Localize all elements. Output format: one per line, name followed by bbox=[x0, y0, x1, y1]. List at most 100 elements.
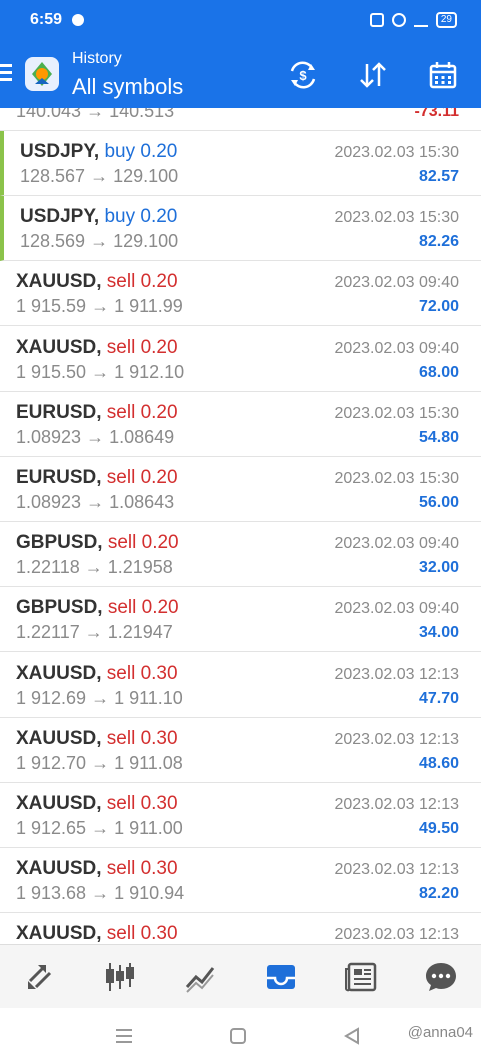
trade-profit: 47.70 bbox=[418, 689, 459, 707]
status-bar: 6:59 29 bbox=[0, 0, 481, 40]
status-icons: 29 bbox=[369, 12, 457, 28]
nav-news[interactable] bbox=[337, 953, 385, 1001]
menu-lines-icon bbox=[116, 1029, 132, 1043]
trade-symbol: EURUSD, sell 0.20 bbox=[16, 467, 178, 488]
trade-profit: 49.50 bbox=[418, 820, 459, 837]
candlestick-icon bbox=[106, 963, 135, 991]
list-item[interactable]: XAUUSD, sell 0.30 1 912.70 → 1 911.08 2023… bbox=[0, 717, 481, 783]
list-item[interactable]: EURUSD, sell 0.20 1.08923 → 1.08643 2023.0… bbox=[0, 457, 481, 522]
nav-trade[interactable] bbox=[176, 953, 224, 1001]
trade-direction: sell 0.20 bbox=[107, 532, 179, 554]
list-item[interactable]: XAUUSD, sell 0.30 1 912.65 → 1 911.00 2023… bbox=[0, 783, 481, 848]
trade-datetime: 2023.02.03 12:13 bbox=[334, 926, 459, 943]
trade-profit: 56.00 bbox=[418, 494, 459, 511]
trade-prices: 128.569 → 129.100 bbox=[20, 231, 179, 252]
trade-prices: 1 912.65 → 1 911.00 bbox=[16, 818, 183, 838]
trade-symbol: EURUSD, sell 0.20 bbox=[16, 401, 178, 423]
trade-symbol: GBPUSD, sell 0.20 bbox=[16, 597, 179, 619]
calendar-icon bbox=[429, 62, 457, 89]
trade-direction: sell 0.20 bbox=[106, 271, 178, 293]
home-button[interactable] bbox=[226, 1024, 250, 1048]
list-item[interactable]: XAUUSD, sell 0.30 1 912.69 → 1 911.10 2023… bbox=[0, 652, 481, 718]
trade-symbol: USDJPY, buy 0.20 bbox=[20, 206, 178, 228]
trade-datetime: 2023.02.03 12:13 bbox=[334, 861, 459, 879]
square-icon bbox=[230, 1028, 246, 1044]
back-triangle-icon bbox=[344, 1027, 359, 1045]
chat-bubble-icon bbox=[425, 963, 456, 991]
trade-direction: sell 0.30 bbox=[106, 662, 178, 684]
page-title[interactable]: All symbols bbox=[72, 74, 183, 100]
list-item[interactable]: 140.043 → 140.513 -73.11 bbox=[0, 108, 481, 131]
nav-chat[interactable] bbox=[417, 953, 465, 1001]
trade-prices: 1.22118 → 1.21958 bbox=[16, 557, 173, 578]
svg-text:$: $ bbox=[299, 68, 307, 83]
trade-symbol: XAUUSD, sell 0.20 bbox=[16, 336, 178, 358]
trade-profit: 34.00 bbox=[418, 624, 459, 642]
bottom-nav bbox=[0, 944, 481, 1009]
app-bar: History All symbols $ bbox=[0, 40, 481, 108]
trade-datetime: 2023.02.03 15:30 bbox=[334, 470, 459, 487]
trade-symbol: XAUUSD, sell 0.30 bbox=[16, 793, 178, 814]
list-item[interactable]: GBPUSD, sell 0.20 1.22117 → 1.21947 2023.0… bbox=[0, 587, 481, 653]
trade-symbol: XAUUSD, sell 0.20 bbox=[16, 271, 178, 293]
trade-datetime: 2023.02.03 15:30 bbox=[334, 209, 459, 227]
trade-direction: buy 0.20 bbox=[104, 206, 178, 228]
trade-prices: 128.567 → 129.100 bbox=[20, 166, 179, 186]
list-item[interactable]: XAUUSD, sell 0.20 1 915.59 → 1 911.99 2023… bbox=[0, 261, 481, 327]
nav-history[interactable] bbox=[257, 953, 305, 1001]
trade-profit: 32.00 bbox=[418, 559, 459, 577]
app-logo-icon bbox=[22, 54, 62, 94]
trade-profit: 54.80 bbox=[418, 428, 459, 446]
trade-prices: 1 915.50 → 1 912.10 bbox=[16, 361, 185, 382]
list-item[interactable]: EURUSD, sell 0.20 1.08923 → 1.08649 2023.0… bbox=[0, 391, 481, 457]
trade-datetime: 2023.02.03 12:13 bbox=[334, 730, 459, 748]
trade-profit: 82.20 bbox=[418, 885, 459, 903]
trade-symbol: USDJPY, buy 0.20 bbox=[20, 141, 178, 162]
newspaper-icon bbox=[344, 962, 376, 992]
status-time: 6:59 bbox=[30, 11, 63, 28]
trade-direction: buy 0.20 bbox=[104, 141, 178, 162]
calendar-button[interactable] bbox=[424, 56, 462, 94]
trade-symbol: GBPUSD, sell 0.20 bbox=[16, 532, 179, 554]
sort-button[interactable] bbox=[354, 56, 392, 94]
inbox-icon bbox=[266, 965, 295, 989]
sort-icon bbox=[360, 62, 386, 88]
history-list[interactable]: 140.043 → 140.513 -73.11 USDJPY, buy 0.2… bbox=[0, 108, 481, 944]
trade-datetime: 2023.02.03 09:40 bbox=[334, 600, 459, 618]
trade-direction: sell 0.20 bbox=[106, 401, 178, 423]
trade-symbol: XAUUSD, sell 0.30 bbox=[16, 858, 178, 880]
trade-profit: 68.00 bbox=[418, 363, 459, 381]
trade-prices: 140.043 → 140.513 bbox=[16, 108, 175, 121]
trade-profit: 48.60 bbox=[418, 754, 459, 772]
back-button[interactable] bbox=[340, 1024, 364, 1048]
list-item[interactable]: XAUUSD, sell 0.20 1 915.50 → 1 912.10 2023… bbox=[0, 326, 481, 392]
menu-icon[interactable] bbox=[0, 64, 12, 82]
trade-datetime: 2023.02.03 15:30 bbox=[334, 404, 459, 422]
trade-direction: sell 0.20 bbox=[106, 336, 178, 358]
nav-chart[interactable] bbox=[96, 953, 144, 1001]
watermark: @anna04 bbox=[407, 1024, 473, 1041]
trade-prices: 1 912.70 → 1 911.08 bbox=[16, 752, 183, 773]
trade-profit: 82.57 bbox=[418, 168, 459, 185]
list-item[interactable]: USDJPY, buy 0.20 128.567 → 129.100 2023.02… bbox=[0, 131, 481, 196]
list-item[interactable]: XAUUSD, sell 0.30 1 913.68 → 1 910.94 2023… bbox=[0, 848, 481, 914]
trade-datetime: 2023.02.03 15:30 bbox=[334, 144, 459, 161]
trade-datetime: 2023.02.03 09:40 bbox=[334, 339, 459, 357]
trade-profit: 82.26 bbox=[418, 233, 459, 251]
trade-datetime: 2023.02.03 09:40 bbox=[334, 274, 459, 292]
list-item[interactable]: GBPUSD, sell 0.20 1.22118 → 1.21958 2023.0… bbox=[0, 522, 481, 588]
list-item[interactable]: XAUUSD, sell 0.30 2023.02.03 12:13 bbox=[0, 913, 481, 944]
trade-direction: sell 0.20 bbox=[106, 467, 178, 488]
trade-prices: 1.22117 → 1.21947 bbox=[16, 622, 173, 643]
trade-prices: 1 915.59 → 1 911.99 bbox=[16, 296, 183, 317]
recent-apps-button[interactable] bbox=[112, 1024, 136, 1048]
trade-profit: 72.00 bbox=[418, 298, 459, 316]
trade-datetime: 2023.02.03 12:13 bbox=[334, 796, 459, 813]
nav-quotes[interactable] bbox=[16, 953, 64, 1001]
trade-direction: sell 0.20 bbox=[107, 597, 179, 619]
list-item[interactable]: USDJPY, buy 0.20 128.569 → 129.100 2023.02… bbox=[0, 196, 481, 262]
trade-direction: sell 0.30 bbox=[106, 858, 178, 880]
notification-icon bbox=[72, 14, 85, 26]
trade-symbol: XAUUSD, sell 0.30 bbox=[16, 662, 178, 684]
currency-exchange-button[interactable]: $ bbox=[284, 56, 322, 94]
